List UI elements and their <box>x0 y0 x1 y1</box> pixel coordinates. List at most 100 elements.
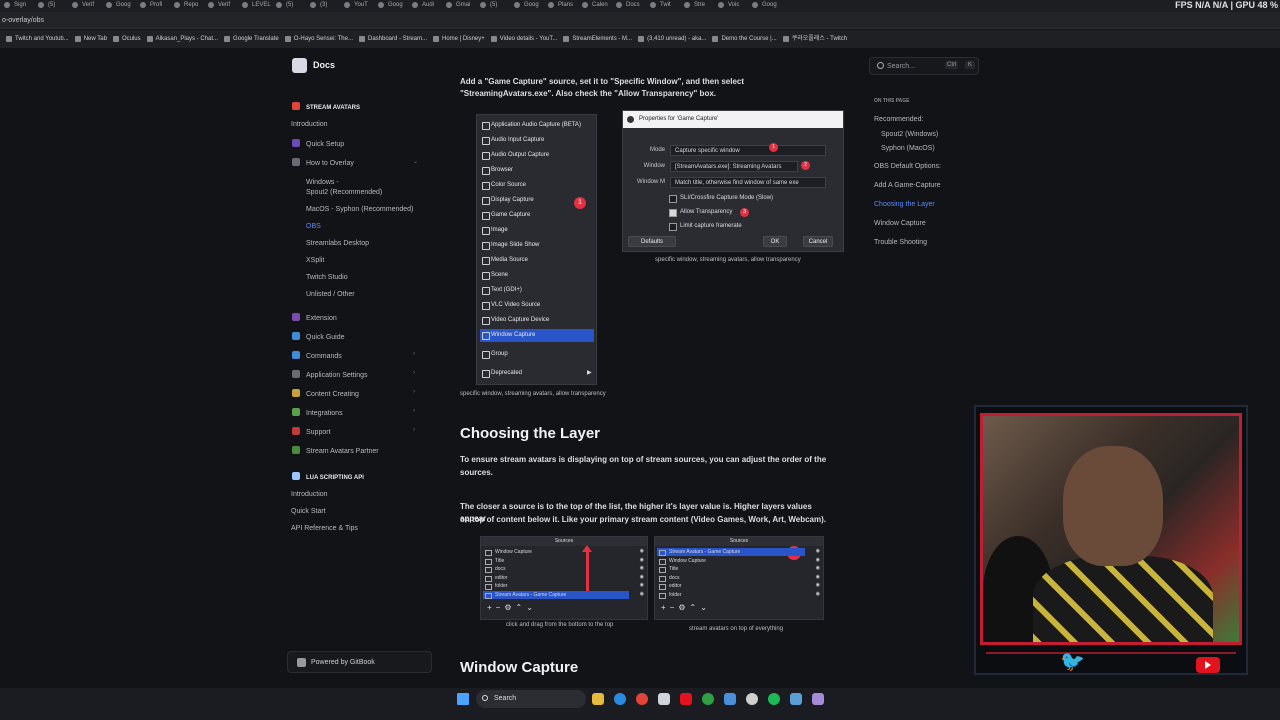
mode-select[interactable]: Capture specific window <box>670 145 826 156</box>
bookmark-item[interactable]: Twitch and Youtub... <box>6 30 69 48</box>
visibility-eye-icon[interactable]: ◉ <box>816 565 820 571</box>
sidebar-item-streamlabs[interactable]: Streamlabs Desktop <box>306 240 369 247</box>
chevron-right-icon[interactable]: › <box>413 351 415 357</box>
ok-button[interactable]: OK <box>763 236 787 247</box>
browser-tab[interactable]: (5) <box>272 0 306 12</box>
stream-avatars-icon[interactable] <box>812 693 824 705</box>
browser-tab[interactable]: (5) <box>34 0 68 12</box>
browser-tab[interactable]: Goog <box>374 0 408 12</box>
sidebar-item-extension[interactable]: Extension <box>292 313 337 322</box>
menu-item[interactable]: Image <box>480 224 594 237</box>
visibility-eye-icon[interactable]: ◉ <box>816 557 820 563</box>
menu-item[interactable]: Text (GDI+) <box>480 284 594 297</box>
chevron-right-icon[interactable]: › <box>413 370 415 376</box>
browser-tab[interactable]: YouT <box>340 0 374 12</box>
visibility-eye-icon[interactable]: ◉ <box>816 582 820 588</box>
limit-framerate-checkbox[interactable]: Limit capture framerate <box>669 223 742 231</box>
docs-logo-icon[interactable] <box>292 58 307 73</box>
sidebar-item-lua-introduction[interactable]: Introduction <box>291 491 328 498</box>
browser-tab[interactable]: Repo <box>170 0 204 12</box>
menu-item[interactable]: Window Capture <box>480 329 594 342</box>
window-match-select[interactable]: Match title, otherwise find window of sa… <box>670 177 826 188</box>
chevron-right-icon[interactable]: › <box>413 408 415 414</box>
toc-item[interactable]: Spout2 (Windows) <box>881 131 938 138</box>
source-row[interactable]: folder <box>657 591 805 599</box>
steam-icon[interactable] <box>790 693 802 705</box>
cancel-button[interactable]: Cancel <box>803 236 833 247</box>
sidebar-item-obs[interactable]: OBS <box>306 223 321 230</box>
visibility-eye-icon[interactable]: ◉ <box>640 548 644 554</box>
chrome-icon[interactable] <box>636 693 648 705</box>
visibility-eye-icon[interactable]: ◉ <box>816 574 820 580</box>
sidebar-item-introduction[interactable]: Introduction <box>291 121 328 128</box>
visibility-eye-icon[interactable]: ◉ <box>640 582 644 588</box>
toc-item[interactable]: Add A Game-Capture <box>874 182 941 189</box>
sidebar-item-partner[interactable]: Stream Avatars Partner <box>292 446 379 455</box>
search-box[interactable]: Search... Ctrl K <box>869 57 979 75</box>
source-row[interactable]: Window Capture <box>657 557 805 565</box>
toc-item[interactable]: Window Capture <box>874 220 926 227</box>
edge-icon[interactable] <box>614 693 626 705</box>
bookmark-item[interactable]: (3,410 unread) - aka... <box>638 30 706 48</box>
bookmark-item[interactable]: Video details - YouT... <box>490 30 557 48</box>
browser-tab[interactable]: Goog <box>102 0 136 12</box>
sidebar-item-integrations[interactable]: Integrations <box>292 408 343 417</box>
sli-checkbox[interactable]: SLI/Crossfire Capture Mode (Slow) <box>669 195 773 203</box>
browser-tab[interactable]: Gmai <box>442 0 476 12</box>
menu-item[interactable]: Browser <box>480 164 594 177</box>
menu-item[interactable]: Application Audio Capture (BETA) <box>480 119 594 132</box>
taskbar-search[interactable]: Search <box>476 690 586 708</box>
menu-item[interactable]: Media Source <box>480 254 594 267</box>
browser-tab[interactable]: Profi <box>136 0 170 12</box>
source-row[interactable]: Stream Avatars - Game Capture <box>657 548 805 556</box>
store-icon[interactable] <box>658 693 670 705</box>
visibility-eye-icon[interactable]: ◉ <box>816 548 820 554</box>
chevron-right-icon[interactable]: › <box>413 427 415 433</box>
sidebar-item-spout-line1[interactable]: Windows - <box>306 179 339 186</box>
bookmark-item[interactable]: StreamElements - M... <box>563 30 632 48</box>
source-row[interactable]: Title <box>483 557 629 565</box>
visibility-eye-icon[interactable]: ◉ <box>640 557 644 563</box>
browser-tab[interactable]: (5) <box>476 0 510 12</box>
bookmark-item[interactable]: Google Translate <box>224 30 279 48</box>
bookmark-item[interactable]: Alkasan_Plays - Chat... <box>146 30 218 48</box>
browser-tab[interactable]: Plans <box>544 0 578 12</box>
bookmark-item[interactable]: 쿠라오플래스 - Twitch <box>782 30 847 48</box>
sidebar-item-content-creating[interactable]: Content Creating <box>292 389 359 398</box>
powered-by-gitbook-link[interactable]: Powered by GitBook <box>287 651 432 673</box>
docs-title[interactable]: Docs <box>313 60 335 70</box>
menu-item[interactable]: Deprecated <box>480 367 594 380</box>
windows-start-icon[interactable] <box>457 693 469 705</box>
source-row[interactable]: editor <box>657 582 805 590</box>
window-select[interactable]: [StreamAvatars.exe]: Streaming Avatars <box>670 161 798 172</box>
source-row[interactable]: docs <box>483 565 629 573</box>
menu-item[interactable]: Color Source <box>480 179 594 192</box>
browser-tab[interactable]: Docs <box>612 0 646 12</box>
sidebar-item-quick-setup[interactable]: Quick Setup <box>292 139 344 148</box>
browser-tab[interactable]: LEVEL <box>238 0 272 12</box>
slack-icon[interactable] <box>724 693 736 705</box>
visibility-eye-icon[interactable]: ◉ <box>640 574 644 580</box>
toc-item[interactable]: Trouble Shooting <box>874 239 927 246</box>
xbox-icon[interactable] <box>702 693 714 705</box>
sidebar-item-lua-quick-start[interactable]: Quick Start <box>291 508 326 515</box>
spotify-icon[interactable] <box>768 693 780 705</box>
defaults-button[interactable]: Defaults <box>628 236 676 247</box>
bookmark-item[interactable]: Dashboard - Stream... <box>358 30 427 48</box>
source-row[interactable]: folder <box>483 582 629 590</box>
toc-item[interactable]: OBS Default Options: <box>874 163 941 170</box>
sidebar-item-commands[interactable]: Commands <box>292 351 342 360</box>
chevron-right-icon[interactable]: › <box>413 389 415 395</box>
bookmark-item[interactable]: Home | Disney+ <box>433 30 485 48</box>
bookmark-item[interactable]: O-Hayo Sensei: The... <box>284 30 353 48</box>
sidebar-item-xsplit[interactable]: XSplit <box>306 257 324 264</box>
sidebar-item-support[interactable]: Support <box>292 427 331 436</box>
sidebar-item-twitch-studio[interactable]: Twitch Studio <box>306 274 348 281</box>
sidebar-item-lua-api-reference[interactable]: API Reference & Tips <box>291 525 358 532</box>
bookmark-item[interactable]: Demo the Course |... <box>712 30 777 48</box>
source-row[interactable]: docs <box>657 574 805 582</box>
source-row[interactable]: Title <box>657 565 805 573</box>
browser-tab[interactable]: Sign <box>0 0 34 12</box>
toc-item[interactable]: Syphon (MacOS) <box>881 145 935 152</box>
browser-tab[interactable]: Calen <box>578 0 612 12</box>
